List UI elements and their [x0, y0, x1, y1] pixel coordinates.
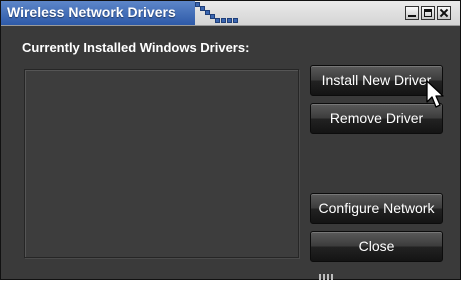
- title-decoration: [195, 1, 241, 25]
- installed-drivers-list[interactable]: [24, 69, 299, 258]
- title-bar[interactable]: Wireless Network Drivers: [1, 1, 460, 26]
- minimize-icon[interactable]: [405, 6, 419, 20]
- mouse-pointer-icon: [426, 80, 444, 108]
- maximize-icon[interactable]: [421, 6, 435, 20]
- install-new-driver-button[interactable]: Install New Driver: [310, 65, 443, 96]
- close-icon[interactable]: [437, 6, 451, 20]
- drivers-label: Currently Installed Windows Drivers:: [22, 40, 250, 55]
- configure-network-button[interactable]: Configure Network: [310, 193, 443, 224]
- close-button[interactable]: Close: [310, 231, 443, 262]
- remove-driver-button[interactable]: Remove Driver: [310, 103, 443, 134]
- window-title: Wireless Network Drivers: [7, 4, 176, 20]
- wireless-network-drivers-window: Wireless Network Drivers Currently Insta…: [0, 0, 461, 280]
- title-tab: Wireless Network Drivers: [1, 1, 195, 25]
